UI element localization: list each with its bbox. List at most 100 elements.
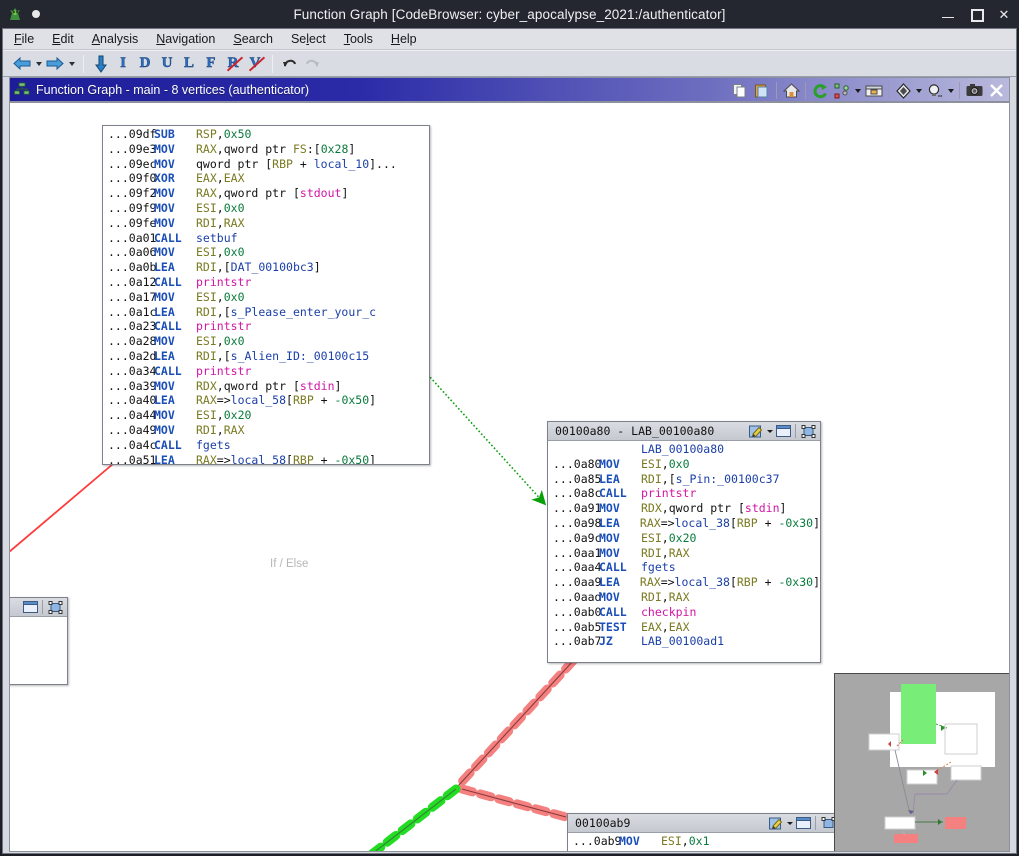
back-dropdown-chevron-down-icon[interactable] xyxy=(33,54,44,74)
letter-r-struck-icon[interactable]: R xyxy=(222,53,244,75)
letter-l-icon[interactable]: L xyxy=(178,53,200,75)
code-line[interactable]: ...0a01 CALL setbuf xyxy=(103,231,429,246)
arrow-down-icon[interactable] xyxy=(90,53,112,75)
fit-window-icon[interactable] xyxy=(46,599,64,616)
code-line[interactable]: ...0a98 LEA RAX=>local_38[RBP + -0x30] xyxy=(548,516,820,531)
menu-item-select[interactable]: Select xyxy=(289,31,328,47)
diamond-nav-icon[interactable] xyxy=(892,80,914,102)
vertex-edit-dropdown-chevron-down-icon[interactable] xyxy=(765,423,774,439)
vertex-main-entry[interactable]: ...09df SUB RSP,0x50 ...09e3 MOV RAX,qword pt… xyxy=(102,125,430,465)
code-token-label[interactable]: setbuf xyxy=(196,231,238,245)
vertex-lab-00100a80[interactable]: 00100a80 - LAB_00100a80 LAB_00100a80 ...… xyxy=(547,421,821,663)
edit-icon[interactable] xyxy=(747,423,765,440)
code-line[interactable]: ...0a80 MOV ESI,0x0 xyxy=(548,457,820,472)
letter-u-icon[interactable]: U xyxy=(156,53,178,75)
lightbulb-icon[interactable] xyxy=(924,80,946,102)
code-line[interactable]: ...0aa9 LEA RAX=>local_38[RBP + -0x30] xyxy=(548,575,820,590)
vertex-header-lab-00100ab9[interactable]: 00100ab9 xyxy=(568,814,840,833)
code-line[interactable]: ...09f9 MOV ESI,0x0 xyxy=(103,201,429,216)
maximize-button[interactable] xyxy=(969,7,984,22)
letter-d-icon[interactable]: D xyxy=(134,53,156,75)
code-line[interactable]: ...0a17 MOV ESI,0x0 xyxy=(103,290,429,305)
code-token-label[interactable]: LAB_00100ad1 xyxy=(641,634,724,648)
function-graph-canvas[interactable]: If / Else ...09df SUB RSP,0x50 ...09e3 M… xyxy=(9,102,1010,852)
menu-item-edit[interactable]: Edit xyxy=(50,31,76,47)
code-token-label[interactable]: s_Please_enter_your_c xyxy=(231,305,376,319)
code-line[interactable]: ...0ab9 MOV ESI,0x1 xyxy=(568,834,840,849)
code-line[interactable]: ...09f0 XOR EAX,EAX xyxy=(103,171,429,186)
arrow-right-icon[interactable] xyxy=(44,53,66,75)
home-icon[interactable] xyxy=(780,80,802,102)
code-line[interactable]: ...0a23 CALL printstr xyxy=(103,319,429,334)
code-line[interactable]: ...0a85 LEA RDI,[s_Pin:_00100c37 xyxy=(548,472,820,487)
code-line[interactable]: ...0a1c LEA RDI,[s_Please_enter_your_c xyxy=(103,305,429,320)
code-line[interactable]: ...0a8c CALL printstr xyxy=(548,486,820,501)
code-token-label[interactable]: s_Pin:_00100c37 xyxy=(676,472,780,486)
copy-icon[interactable] xyxy=(729,80,751,102)
code-line[interactable]: ...0aa1 MOV RDI,RAX xyxy=(548,546,820,561)
navigate-dropdown-chevron-down-icon[interactable] xyxy=(914,81,924,101)
menu-item-file[interactable]: File xyxy=(12,31,36,47)
code-line[interactable]: ...0ab0 CALL checkpin xyxy=(548,605,820,620)
undo-icon[interactable] xyxy=(279,53,301,75)
code-line[interactable]: ...09ec MOV qword ptr [RBP + local_10]... xyxy=(103,157,429,172)
code-line[interactable]: ...0a0b LEA RDI,[DAT_00100bc3] xyxy=(103,260,429,275)
close-window-button[interactable]: ✕ xyxy=(997,7,1011,21)
code-line[interactable]: ...0a39 MOV RDX,qword ptr [stdin] xyxy=(103,379,429,394)
edit-icon[interactable] xyxy=(767,815,785,832)
code-line[interactable]: ...0a28 MOV ESI,0x0 xyxy=(103,334,429,349)
code-line[interactable]: ...09e3 MOV RAX,qword ptr FS:[0x28] xyxy=(103,142,429,157)
code-line[interactable]: ...0aa4 CALL fgets xyxy=(548,560,820,575)
camera-icon[interactable] xyxy=(963,80,985,102)
letter-i-icon[interactable]: I xyxy=(112,53,134,75)
code-token-func[interactable]: printstr xyxy=(196,275,251,289)
code-token-func[interactable]: printstr xyxy=(196,364,251,378)
arrow-left-icon[interactable] xyxy=(11,53,33,75)
minimize-button[interactable] xyxy=(941,7,955,21)
layout-dropdown-chevron-down-icon[interactable] xyxy=(853,81,863,101)
code-line[interactable]: ...0a4c CALL fgets xyxy=(103,438,429,453)
letter-f-icon[interactable]: F xyxy=(200,53,222,75)
vertex-edit-dropdown-chevron-down-icon[interactable] xyxy=(785,815,794,831)
refresh-icon[interactable] xyxy=(809,80,831,102)
code-token-label[interactable]: s_Alien_ID:_00100c15 xyxy=(231,349,369,363)
code-line[interactable]: ...0a51 LEA RAX=>local_58[RBP + -0x50] xyxy=(103,453,429,464)
code-token-func[interactable]: printstr xyxy=(196,319,251,333)
paste-icon[interactable] xyxy=(751,80,773,102)
full-view-icon[interactable] xyxy=(774,423,792,440)
code-line[interactable]: ...0a34 CALL printstr xyxy=(103,364,429,379)
code-line[interactable]: ...09fe MOV RDI,RAX xyxy=(103,216,429,231)
letter-v-struck-icon[interactable]: V xyxy=(244,53,266,75)
menu-item-search[interactable]: Search xyxy=(231,31,275,47)
code-line[interactable]: ...09f2 MOV RAX,qword ptr [stdout] xyxy=(103,186,429,201)
code-line[interactable]: ...0a9c MOV ESI,0x20 xyxy=(548,531,820,546)
block-view-icon[interactable] xyxy=(863,80,885,102)
code-line[interactable]: ...0a44 MOV ESI,0x20 xyxy=(103,408,429,423)
close-icon[interactable] xyxy=(985,80,1007,102)
forward-dropdown-chevron-down-icon[interactable] xyxy=(66,54,77,74)
code-line[interactable]: ...0a2d LEA RDI,[s_Alien_ID:_00100c15 xyxy=(103,349,429,364)
code-line[interactable]: ...0ab5 TEST EAX,EAX xyxy=(548,620,820,635)
code-line[interactable]: ...0a91 MOV RDX,qword ptr [stdin] xyxy=(548,501,820,516)
code-line[interactable]: ...0ab7 JZ LAB_00100ad1 xyxy=(548,634,820,649)
hover-dropdown-chevron-down-icon[interactable] xyxy=(946,81,956,101)
satellite-view[interactable] xyxy=(834,673,1009,851)
code-token-label[interactable]: DAT_00100bc3 xyxy=(231,260,314,274)
full-view-icon[interactable] xyxy=(21,599,39,616)
menu-item-help[interactable]: Help xyxy=(389,31,419,47)
code-token-func[interactable]: checkpin xyxy=(641,605,696,619)
code-line[interactable]: ...0a49 MOV RDI,RAX xyxy=(103,423,429,438)
code-token-label[interactable]: fgets xyxy=(641,560,676,574)
code-line[interactable]: ...0a06 MOV ESI,0x0 xyxy=(103,245,429,260)
fit-window-icon[interactable] xyxy=(799,423,817,440)
menu-item-navigation[interactable]: Navigation xyxy=(154,31,217,47)
menu-item-tools[interactable]: Tools xyxy=(342,31,375,47)
code-token-func[interactable]: printstr xyxy=(641,486,696,500)
full-view-icon[interactable] xyxy=(794,815,812,832)
vertex-lab-00100ab9[interactable]: 00100ab9 ...0ab9 MOV ESI,0x1 xyxy=(567,813,841,851)
code-token-label[interactable]: fgets xyxy=(196,438,231,452)
vertex-header-partial[interactable] xyxy=(10,598,67,617)
code-line[interactable]: ...09df SUB RSP,0x50 xyxy=(103,127,429,142)
code-line[interactable]: ...0a40 LEA RAX=>local_58[RBP + -0x50] xyxy=(103,393,429,408)
vertex-partial-offscreen[interactable]: !_0010 xyxy=(10,597,68,685)
